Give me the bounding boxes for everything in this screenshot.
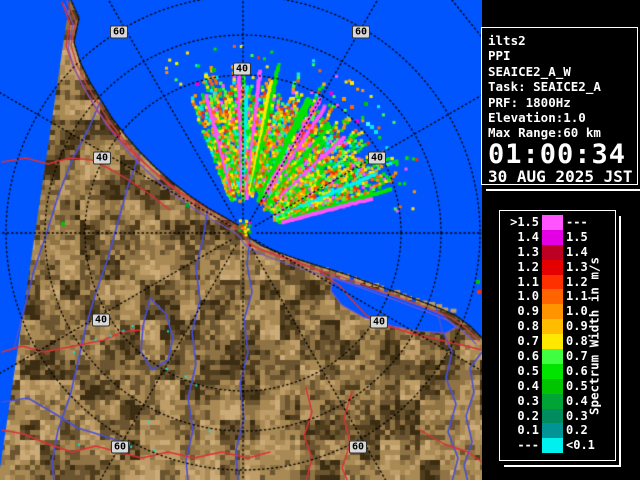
- legend-right-label: <0.1: [566, 438, 595, 453]
- legend-left-label: 1.1: [517, 274, 539, 289]
- prf-value: PRF: 1800Hz: [488, 94, 571, 110]
- legend-left-label: 0.4: [517, 378, 539, 393]
- legend-color-swatch: [542, 363, 563, 379]
- legend-color-swatch: [542, 334, 563, 350]
- legend-color-swatch: [542, 244, 563, 260]
- legend-left-label: 0.9: [517, 304, 539, 319]
- legend-left-label: 0.8: [517, 319, 539, 334]
- legend-color-swatch: [542, 393, 563, 409]
- legend-color-swatch: [542, 289, 563, 305]
- legend-left-label: >1.5: [510, 215, 539, 229]
- legend-color-swatch: [542, 215, 563, 230]
- scan-mode: PPI: [488, 48, 511, 64]
- legend-color-swatch: [542, 319, 563, 335]
- legend-row: 0.1 0.2: [502, 423, 613, 439]
- legend-left-label: 1.3: [517, 244, 539, 259]
- legend-color-swatch: [542, 259, 563, 275]
- time-display: 01:00:34: [488, 138, 627, 170]
- legend-right-label: 1.5: [566, 229, 588, 244]
- range-ring-label: 60: [109, 25, 129, 39]
- range-ring-label: 60: [351, 25, 371, 39]
- site-name: ilts2: [488, 33, 526, 48]
- info-panel: ilts2 PPI SEAICE2_A_W Task: SEAICE2_A PR…: [481, 27, 640, 191]
- legend-left-label: 0.2: [517, 408, 539, 423]
- range-ring-label: 60: [348, 440, 368, 454]
- legend-axis-title: Spectrum Width in m/s: [586, 256, 602, 416]
- legend-left-label: 0.5: [517, 363, 539, 378]
- legend-color-swatch: [542, 229, 563, 245]
- legend-color-swatch: [542, 274, 563, 290]
- date-display: 30 AUG 2025 JST: [488, 166, 633, 186]
- product-name: SEAICE2_A_W: [488, 63, 571, 79]
- legend-left-label: 1.2: [517, 259, 539, 274]
- legend-right-label: 0.2: [566, 423, 588, 438]
- range-ring-label: 40: [232, 62, 252, 76]
- range-ring-label: 40: [369, 315, 389, 329]
- legend-left-label: 0.1: [517, 423, 539, 438]
- legend-row: 1.4 1.5: [502, 229, 613, 245]
- range-ring-label: 40: [91, 313, 111, 327]
- radar-display-screen: 60 60 40 40 40 40 40 60 60 ilts2 PPI SEAICE2_A_W…: [0, 0, 640, 480]
- legend-color-swatch: [542, 378, 563, 394]
- legend-color-swatch: [542, 349, 563, 364]
- legend-left-label: 0.7: [517, 334, 539, 349]
- range-ring-label: 40: [367, 151, 387, 165]
- legend-row: --- <0.1: [502, 438, 613, 454]
- legend-left-label: 0.6: [517, 349, 539, 364]
- legend-right-label: ---: [566, 215, 588, 229]
- legend-left-label: 1.0: [517, 289, 539, 304]
- task-name: Task: SEAICE2_A: [488, 79, 601, 95]
- range-ring-label: 60: [110, 440, 130, 454]
- legend-left-label: 0.3: [517, 393, 539, 408]
- legend-left-label: 1.4: [517, 229, 539, 244]
- legend-row: >1.5 ---: [502, 215, 613, 230]
- legend-left-label: ---: [517, 438, 539, 453]
- legend-color-swatch: [542, 408, 563, 424]
- elevation-value: Elevation:1.0: [488, 110, 586, 126]
- range-ring-label: 40: [92, 151, 112, 165]
- legend-color-swatch: [542, 304, 563, 320]
- legend-color-swatch: [542, 438, 563, 454]
- legend-color-swatch: [542, 423, 563, 439]
